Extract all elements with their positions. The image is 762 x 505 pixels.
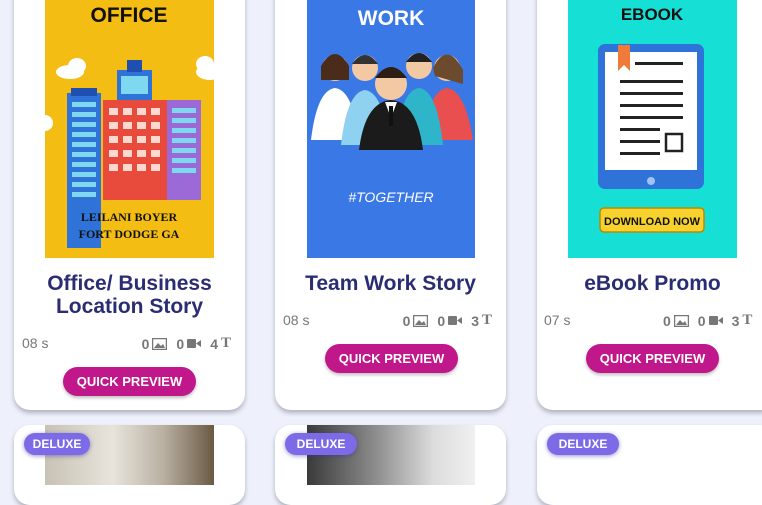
template-title: Office/ Business Location Story	[47, 272, 212, 318]
image-icon	[152, 337, 168, 350]
office-illustration: OFFICE LEILANI BOYER FORT DODGE GA	[45, 4, 214, 248]
quick-preview-button[interactable]: QUICK PREVIEW	[63, 367, 196, 396]
image-count: 0	[402, 312, 411, 329]
deluxe-badge: DELUXE	[285, 433, 357, 455]
video-count: 0	[437, 312, 446, 329]
thumb-tagline: #TOGETHER	[348, 189, 433, 205]
text-count: 3	[731, 312, 740, 329]
text-count: 3	[471, 312, 479, 329]
thumb-heading: OFFICE	[91, 4, 168, 27]
deluxe-badge: DELUXE	[24, 433, 90, 455]
thumb-heading: WORK	[358, 7, 425, 30]
template-title: Team Work Story	[305, 272, 476, 295]
thumb-line-1: LEILANI BOYER	[81, 210, 178, 224]
ebook-illustration: EBOOK DOWNLOAD NOW	[598, 5, 705, 233]
text-icon: T	[742, 312, 753, 328]
video-camera-icon	[187, 339, 202, 348]
duration-label: 07 s	[544, 312, 571, 328]
text-icon: T	[481, 312, 492, 328]
template-title: eBook Promo	[584, 272, 721, 295]
template-card[interactable]: DELUXE	[14, 425, 245, 505]
template-stats: 0 0 4 T	[142, 335, 231, 352]
quick-preview-button[interactable]: QUICK PREVIEW	[325, 344, 458, 373]
template-stats: 0 0 3 T	[403, 312, 492, 329]
video-camera-icon	[448, 316, 463, 325]
template-card[interactable]: WORK #TOGETHER Team Work Story 08 s 0 0 …	[275, 0, 506, 410]
template-thumbnail[interactable]: EBOOK DOWNLOAD NOW	[568, 0, 737, 258]
template-thumbnail[interactable]: OFFICE LEILANI BOYER FORT DODGE GA	[45, 0, 214, 258]
image-icon	[673, 314, 689, 327]
duration-label: 08 s	[22, 335, 49, 351]
thumb-line-2: FORT DODGE GA	[79, 227, 180, 241]
team-illustration: WORK #TOGETHER	[311, 7, 473, 205]
template-card[interactable]: EBOOK DOWNLOAD NOW eBook Promo 07 s 0 0 …	[537, 0, 762, 410]
video-camera-icon	[708, 316, 723, 325]
thumb-cta: DOWNLOAD NOW	[604, 216, 701, 228]
image-count: 0	[141, 335, 150, 352]
video-count: 0	[697, 312, 706, 329]
template-card[interactable]: DELUXE	[537, 425, 762, 505]
template-thumbnail[interactable]: WORK #TOGETHER	[307, 0, 475, 258]
duration-label: 08 s	[283, 312, 310, 328]
text-icon: T	[220, 335, 231, 351]
template-stats: 0 0 3 T	[663, 312, 752, 329]
template-card[interactable]: OFFICE LEILANI BOYER FORT DODGE GA Offic…	[14, 0, 245, 410]
template-card[interactable]: DELUXE	[275, 425, 506, 505]
image-icon	[413, 314, 429, 327]
video-count: 0	[176, 335, 185, 352]
deluxe-badge: DELUXE	[547, 433, 619, 455]
thumb-heading: EBOOK	[621, 5, 684, 24]
quick-preview-button[interactable]: QUICK PREVIEW	[586, 344, 719, 373]
image-count: 0	[663, 312, 671, 329]
text-count: 4	[210, 335, 218, 352]
